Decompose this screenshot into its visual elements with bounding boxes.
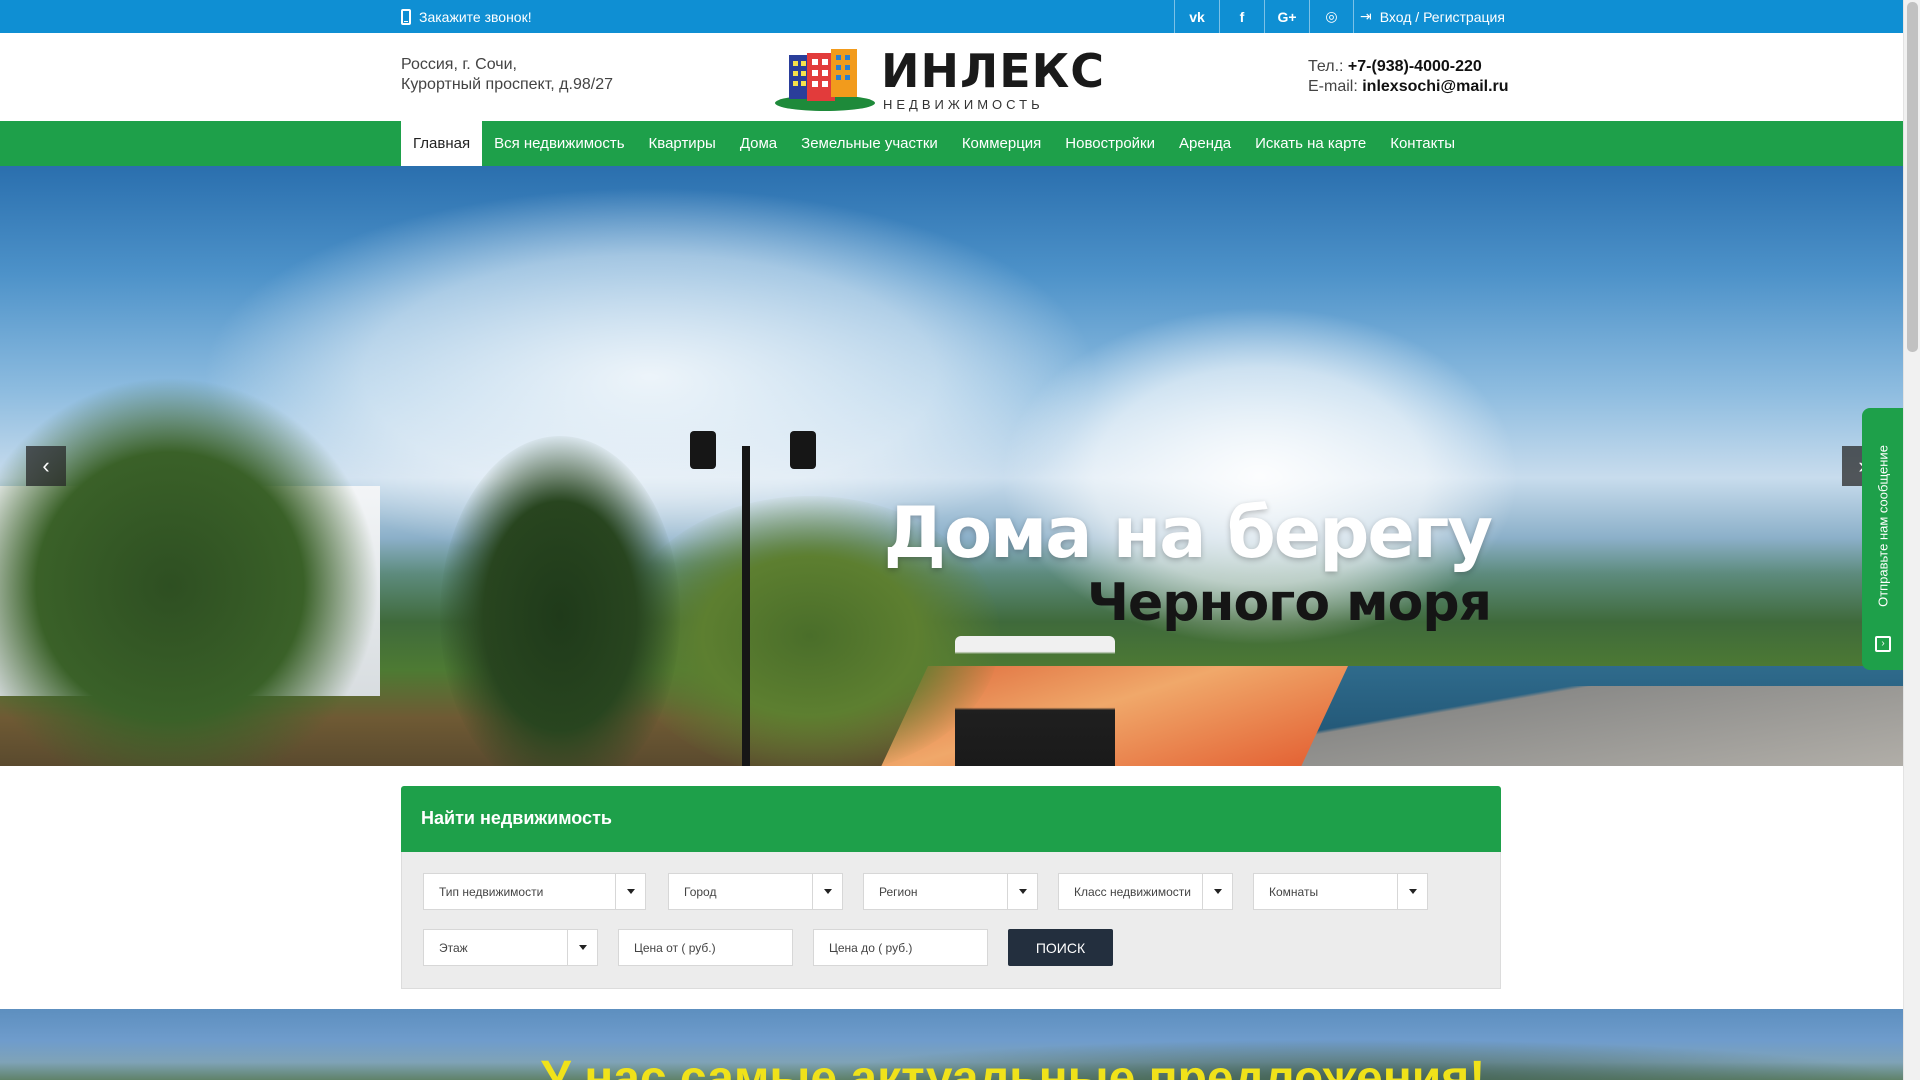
- feedback-tab[interactable]: Отправьте нам сообщение ›: [1862, 408, 1903, 670]
- email-value[interactable]: inlexsochi@mail.ru: [1362, 78, 1508, 95]
- social-links: vk f G+ ◎: [1174, 0, 1354, 33]
- caret-down-icon: [1397, 874, 1427, 909]
- nav-item-houses[interactable]: Дома: [728, 121, 789, 166]
- floor-select[interactable]: Этаж: [423, 929, 598, 966]
- top-bar: Закажите звонок! vk f G+ ◎ ⇥ Вход / Реги…: [0, 0, 1903, 33]
- hero-lamp-head: [690, 431, 716, 469]
- logo[interactable]: ИНЛЕКС НЕДВИЖИМОСТЬ: [775, 43, 1104, 113]
- expand-icon: ›: [1875, 636, 1891, 652]
- price-from-placeholder: Цена от ( руб.): [634, 941, 716, 955]
- caret-down-icon: [1007, 874, 1037, 909]
- nav-item-all-property[interactable]: Вся недвижимость: [482, 121, 636, 166]
- header: Россия, г. Сочи, Курортный проспект, д.9…: [0, 33, 1903, 121]
- phone-label: Тел.:: [1308, 58, 1344, 75]
- banner-title: У нас самые актуальные предложения!: [541, 1052, 1486, 1080]
- callback-label: Закажите звонок!: [419, 8, 532, 25]
- nav-item-land[interactable]: Земельные участки: [789, 121, 950, 166]
- facebook-icon[interactable]: f: [1219, 0, 1264, 33]
- property-type-select[interactable]: Тип недвижимости: [423, 873, 646, 910]
- page: Закажите звонок! vk f G+ ◎ ⇥ Вход / Реги…: [0, 0, 1903, 1080]
- caret-down-icon: [567, 930, 597, 965]
- nav-item-map-search[interactable]: Искать на карте: [1243, 121, 1378, 166]
- property-class-select[interactable]: Класс недвижимости: [1058, 873, 1233, 910]
- price-to-placeholder: Цена до ( руб.): [829, 941, 913, 955]
- nav-item-commercial[interactable]: Коммерция: [950, 121, 1053, 166]
- region-select-value: Регион: [879, 885, 918, 899]
- hero-title-line-1: Дома на берегу: [883, 492, 1493, 574]
- contacts: Тел.: +7-(938)-4000-220 E-mail: inlexsoc…: [1308, 57, 1509, 97]
- hero-lamp-head: [790, 431, 816, 469]
- price-from-input[interactable]: Цена от ( руб.): [618, 929, 793, 966]
- sign-in-icon: ⇥: [1360, 8, 1372, 24]
- callback-link[interactable]: Закажите звонок!: [401, 0, 532, 33]
- mobile-phone-icon: [401, 8, 411, 25]
- caret-down-icon: [812, 874, 842, 909]
- search-panel-header: Найти недвижимость: [401, 786, 1501, 852]
- google-plus-icon[interactable]: G+: [1264, 0, 1309, 33]
- email-line: E-mail: inlexsochi@mail.ru: [1308, 77, 1509, 97]
- slider-prev-button[interactable]: ‹: [26, 446, 66, 486]
- scrollbar-thumb[interactable]: [1907, 2, 1918, 352]
- feedback-tab-label: Отправьте нам сообщение: [1875, 445, 1890, 607]
- hero-slider: Дома на берегу Черного моря: [0, 166, 1903, 766]
- city-select-value: Город: [684, 885, 717, 899]
- hero-title: Дома на берегу Черного моря: [883, 492, 1493, 634]
- address: Россия, г. Сочи, Курортный проспект, д.9…: [401, 55, 613, 95]
- property-type-select-value: Тип недвижимости: [439, 885, 544, 899]
- caret-down-icon: [615, 874, 645, 909]
- search-button[interactable]: ПОИСК: [1008, 929, 1113, 966]
- logo-title: ИНЛЕКС: [881, 44, 1105, 98]
- caret-down-icon: [1202, 874, 1232, 909]
- vk-icon[interactable]: vk: [1174, 0, 1219, 33]
- phone-line: Тел.: +7-(938)-4000-220: [1308, 57, 1509, 77]
- main-nav: Главная Вся недвижимость Квартиры Дома З…: [0, 121, 1903, 166]
- buildings-logo-icon: [775, 49, 875, 111]
- login-link[interactable]: ⇥ Вход / Регистрация: [1360, 0, 1505, 33]
- price-to-input[interactable]: Цена до ( руб.): [813, 929, 988, 966]
- instagram-icon[interactable]: ◎: [1309, 0, 1354, 33]
- address-line-2: Курортный проспект, д.98/27: [401, 76, 613, 93]
- login-label: Вход / Регистрация: [1379, 8, 1505, 25]
- rooms-select-value: Комнаты: [1269, 885, 1319, 899]
- nav-item-apartments[interactable]: Квартиры: [637, 121, 728, 166]
- offers-banner: У нас самые актуальные предложения!: [0, 1009, 1903, 1080]
- hero-golf-cart: [955, 636, 1115, 766]
- email-label: E-mail:: [1308, 78, 1358, 95]
- phone-value[interactable]: +7-(938)-4000-220: [1348, 58, 1482, 75]
- property-class-select-value: Класс недвижимости: [1074, 885, 1191, 899]
- hero-title-line-2: Черного моря: [1087, 573, 1492, 633]
- nav-item-rent[interactable]: Аренда: [1167, 121, 1243, 166]
- floor-select-value: Этаж: [439, 941, 468, 955]
- search-panel-title: Найти недвижимость: [421, 808, 612, 828]
- chevron-left-icon: ‹: [42, 453, 50, 478]
- hero-street-lamp: [742, 446, 750, 766]
- rooms-select[interactable]: Комнаты: [1253, 873, 1428, 910]
- nav-item-contacts[interactable]: Контакты: [1378, 121, 1467, 166]
- city-select[interactable]: Город: [668, 873, 843, 910]
- region-select[interactable]: Регион: [863, 873, 1038, 910]
- nav-item-new-buildings[interactable]: Новостройки: [1053, 121, 1167, 166]
- address-line-1: Россия, г. Сочи,: [401, 56, 517, 73]
- nav-item-home[interactable]: Главная: [401, 121, 483, 166]
- logo-subtitle: НЕДВИЖИМОСТЬ: [883, 97, 1044, 112]
- page-scrollbar[interactable]: [1903, 0, 1920, 1080]
